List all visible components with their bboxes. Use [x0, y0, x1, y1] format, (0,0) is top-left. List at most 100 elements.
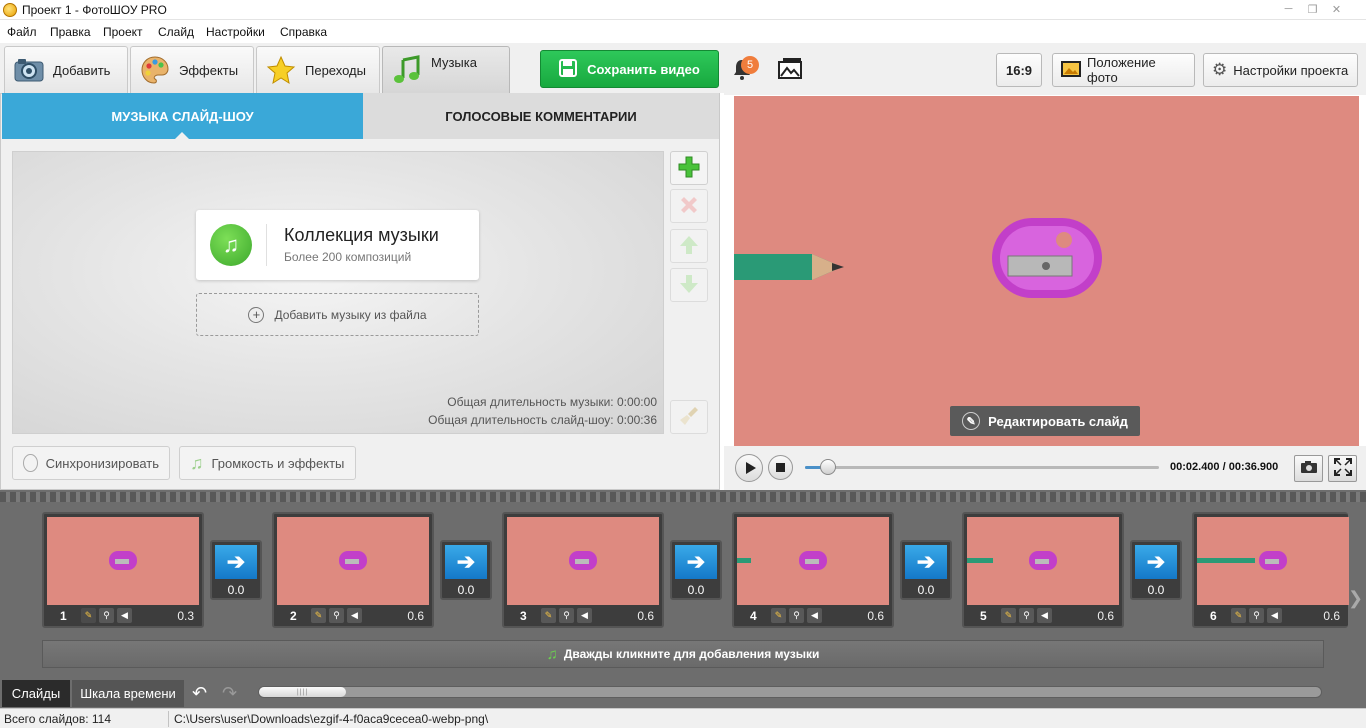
edit-pencil-icon[interactable]: ✎: [1231, 608, 1246, 623]
sound-icon[interactable]: ◀: [117, 608, 132, 623]
image-gallery-icon[interactable]: [776, 57, 804, 84]
seek-slider-thumb[interactable]: [820, 459, 836, 475]
cleanup-button[interactable]: [670, 400, 708, 434]
fullscreen-button[interactable]: [1328, 455, 1357, 482]
scrollbar-thumb[interactable]: ||||: [259, 687, 346, 697]
tab-music[interactable]: Музыка: [382, 46, 510, 93]
edit-pencil-icon[interactable]: ✎: [311, 608, 326, 623]
tab-add[interactable]: Добавить: [4, 46, 128, 93]
menu-settings[interactable]: Настройки: [206, 25, 265, 39]
tab-slides[interactable]: Слайды: [2, 680, 70, 707]
tab-voice-comments[interactable]: ГОЛОСОВЫЕ КОММЕНТАРИИ: [363, 93, 719, 139]
zoom-icon[interactable]: ⚲: [1249, 608, 1264, 623]
sound-icon[interactable]: ◀: [347, 608, 362, 623]
slide-image: [507, 517, 659, 605]
zoom-icon[interactable]: ⚲: [99, 608, 114, 623]
zoom-icon[interactable]: ⚲: [329, 608, 344, 623]
move-up-button[interactable]: [670, 229, 708, 263]
tab-slideshow-music[interactable]: МУЗЫКА СЛАЙД-ШОУ: [2, 93, 363, 140]
zoom-icon[interactable]: ⚲: [1019, 608, 1034, 623]
music-strip-hint: Дважды кликните для добавления музыки: [563, 647, 820, 661]
slide-image: [737, 517, 889, 605]
arrow-right-icon: ➔: [905, 545, 947, 579]
transition-thumbnail[interactable]: ➔ 0.0: [1130, 540, 1182, 600]
edit-pencil-icon[interactable]: ✎: [541, 608, 556, 623]
collection-title: Коллекция музыки: [284, 225, 439, 245]
broom-icon: [678, 405, 700, 430]
volume-effects-label: Громкость и эффекты: [211, 455, 345, 471]
slide-duration: 0.3: [177, 609, 194, 623]
sound-icon[interactable]: ◀: [807, 608, 822, 623]
tab-voice-comments-label: ГОЛОСОВЫЕ КОММЕНТАРИИ: [445, 108, 637, 124]
transition-thumbnail[interactable]: ➔ 0.0: [210, 540, 262, 600]
photo-position-button[interactable]: Положение фото: [1052, 53, 1195, 87]
synchronize-button[interactable]: Синхронизировать: [12, 446, 170, 480]
close-icon[interactable]: ✕: [1325, 0, 1348, 18]
slide-preview[interactable]: [734, 96, 1359, 446]
pencil-circle-icon: ✎: [962, 412, 981, 430]
slide-duration: 0.6: [637, 609, 654, 623]
preview-toolbar: 5 16:9 Положение фото ⚙ Настройки проект…: [724, 43, 1366, 95]
menu-project[interactable]: Проект: [103, 25, 143, 39]
snapshot-button[interactable]: [1294, 455, 1323, 482]
tab-transitions[interactable]: Переходы: [256, 46, 380, 93]
undo-icon[interactable]: ↶: [192, 683, 207, 704]
slide-thumbnail[interactable]: 5 ✎ ⚲ ◀ 0.6: [962, 512, 1124, 628]
sound-icon[interactable]: ◀: [1267, 608, 1282, 623]
play-icon: [745, 462, 756, 474]
horizontal-scrollbar[interactable]: [258, 686, 1322, 698]
chevron-right-icon[interactable]: ❯: [1348, 588, 1363, 609]
slide-thumbnail[interactable]: 6 ✎ ⚲ ◀ 0.6: [1192, 512, 1349, 628]
floppy-disk-icon: [559, 58, 578, 80]
slide-thumbnail[interactable]: 2 ✎ ⚲ ◀ 0.6: [272, 512, 434, 628]
edit-pencil-icon[interactable]: ✎: [1001, 608, 1016, 623]
edit-pencil-icon[interactable]: ✎: [771, 608, 786, 623]
minimize-icon[interactable]: ─: [1277, 0, 1300, 18]
tab-effects[interactable]: Эффекты: [130, 46, 254, 93]
aspect-ratio-button[interactable]: 16:9: [996, 53, 1042, 87]
fullscreen-icon: [1333, 458, 1352, 479]
stop-button[interactable]: [768, 455, 793, 480]
project-path: C:\Users\user\Downloads\ezgif-4-f0aca9ce…: [174, 712, 489, 726]
sound-icon[interactable]: ◀: [577, 608, 592, 623]
tab-music-label: Музыка: [431, 54, 477, 70]
redo-icon[interactable]: ↷: [222, 683, 237, 704]
synchronize-label: Синхронизировать: [45, 455, 159, 471]
transition-thumbnail[interactable]: ➔ 0.0: [440, 540, 492, 600]
music-collection-button[interactable]: ♫ Коллекция музыки Более 200 композиций: [196, 210, 479, 280]
edit-pencil-icon[interactable]: ✎: [81, 608, 96, 623]
transition-thumbnail[interactable]: ➔ 0.0: [900, 540, 952, 600]
slide-number: 5: [980, 609, 987, 623]
delete-track-button[interactable]: [670, 189, 708, 223]
arrow-right-icon: ➔: [215, 545, 257, 579]
seek-track[interactable]: [805, 466, 1159, 469]
slide-thumbnail[interactable]: 3 ✎ ⚲ ◀ 0.6: [502, 512, 664, 628]
save-video-label: Сохранить видео: [587, 61, 700, 77]
move-down-button[interactable]: [670, 268, 708, 302]
zoom-icon[interactable]: ⚲: [789, 608, 804, 623]
slide-thumbnail[interactable]: 1 ✎ ⚲ ◀ 0.3: [42, 512, 204, 628]
tab-timeline[interactable]: Шкала времени: [72, 680, 184, 707]
status-bar: Всего слайдов: 114 C:\Users\user\Downloa…: [0, 708, 1366, 728]
zoom-icon[interactable]: ⚲: [559, 608, 574, 623]
menu-help[interactable]: Справка: [280, 25, 327, 39]
volume-effects-button[interactable]: ♫ Громкость и эффекты: [179, 446, 356, 480]
slide-thumbnail[interactable]: 4 ✎ ⚲ ◀ 0.6: [732, 512, 894, 628]
restore-icon[interactable]: ❐: [1301, 0, 1324, 18]
add-music-from-file-label: Добавить музыку из файла: [274, 307, 427, 322]
play-button[interactable]: [735, 454, 763, 482]
add-music-from-file-button[interactable]: + Добавить музыку из файла: [196, 293, 479, 336]
edit-slide-label: Редактировать слайд: [988, 413, 1128, 429]
transition-thumbnail[interactable]: ➔ 0.0: [670, 540, 722, 600]
music-track-strip[interactable]: ♫ Дважды кликните для добавления музыки: [42, 640, 1324, 668]
tab-slideshow-music-label: МУЗЫКА СЛАЙД-ШОУ: [111, 108, 254, 124]
menu-file[interactable]: Файл: [7, 25, 37, 39]
sound-icon[interactable]: ◀: [1037, 608, 1052, 623]
save-video-button[interactable]: Сохранить видео: [540, 50, 719, 88]
menu-slide[interactable]: Слайд: [158, 25, 194, 39]
project-settings-button[interactable]: ⚙ Настройки проекта: [1203, 53, 1358, 87]
menu-edit[interactable]: Правка: [50, 25, 91, 39]
slide-duration: 0.6: [1097, 609, 1114, 623]
edit-slide-button[interactable]: ✎ Редактировать слайд: [950, 406, 1140, 436]
add-track-button[interactable]: [670, 151, 708, 185]
